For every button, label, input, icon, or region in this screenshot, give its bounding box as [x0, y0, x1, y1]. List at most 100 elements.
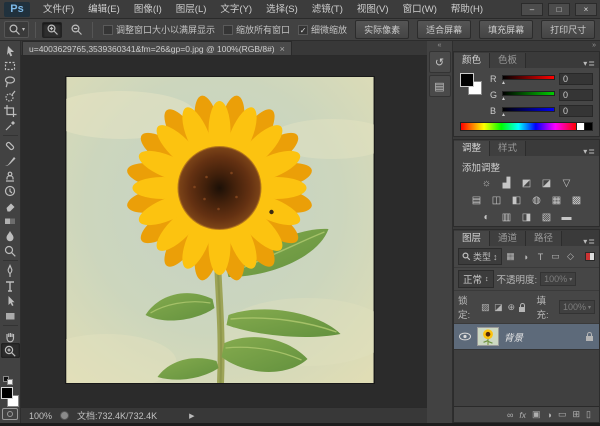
layer-mask-icon[interactable]: ▣	[532, 409, 541, 420]
blue-slider[interactable]: ▲	[502, 107, 555, 116]
filter-kind-dropdown[interactable]: 类型 ↕	[458, 248, 502, 265]
channel-mixer-icon[interactable]: ▦	[549, 194, 564, 207]
clone-stamp-tool[interactable]	[1, 168, 20, 183]
sunflower-image[interactable]	[66, 77, 374, 383]
panel-color-swatches[interactable]	[460, 73, 484, 99]
black-swatch[interactable]	[585, 122, 593, 131]
green-value[interactable]: 0	[559, 89, 593, 101]
new-group-icon[interactable]: ▭	[558, 409, 567, 420]
zoom-level[interactable]: 100%	[29, 411, 52, 421]
current-tool-badge[interactable]: ▾	[4, 21, 29, 38]
gradient-map-icon[interactable]: ▬	[559, 211, 574, 224]
menu-view[interactable]: 视图(V)	[350, 0, 396, 19]
red-slider[interactable]: ▲	[502, 75, 555, 84]
marquee-tool[interactable]	[1, 58, 20, 73]
maximize-button[interactable]: □	[548, 3, 570, 16]
lock-transparency-icon[interactable]: ▨	[480, 302, 490, 313]
filter-group-layers-icon[interactable]: ▭	[550, 251, 562, 262]
lock-all-icon[interactable]	[519, 307, 525, 312]
black-white-icon[interactable]: ◧	[509, 194, 524, 207]
color-lookup-icon[interactable]: ▩	[569, 194, 584, 207]
path-select-tool[interactable]	[1, 293, 20, 308]
new-adjustment-layer-icon[interactable]: ◑	[547, 410, 552, 420]
fit-screen-button[interactable]: 适合屏幕	[417, 20, 471, 39]
color-spectrum-ramp[interactable]	[460, 122, 577, 131]
history-brush-tool[interactable]	[1, 183, 20, 198]
scrubby-zoom-checkbox[interactable]: ✓ 细微缩放	[298, 23, 347, 36]
slider-thumb-icon[interactable]: ▲	[501, 96, 506, 102]
layer-style-icon[interactable]: fx	[519, 410, 526, 420]
layer-row-background[interactable]: 背景	[454, 324, 599, 350]
properties-panel-icon[interactable]: ▤	[429, 75, 451, 97]
history-panel-icon[interactable]: ↺	[429, 51, 451, 73]
brush-tool[interactable]	[1, 153, 20, 168]
expand-panels-icon[interactable]: «	[427, 41, 452, 51]
tab-color[interactable]: 颜色	[454, 53, 490, 68]
layers-empty-area[interactable]	[454, 350, 599, 406]
healing-tool[interactable]	[1, 138, 20, 153]
collapse-panels-icon[interactable]: »	[453, 41, 600, 51]
move-tool[interactable]	[1, 43, 20, 58]
link-layers-icon[interactable]: ∞	[507, 410, 513, 420]
close-button[interactable]: ×	[575, 3, 597, 16]
layer-thumbnail[interactable]	[477, 327, 499, 346]
shape-tool[interactable]	[1, 308, 20, 323]
tab-paths[interactable]: 路径	[526, 231, 562, 246]
threshold-icon[interactable]: ◨	[519, 211, 534, 224]
quick-select-tool[interactable]	[1, 88, 20, 103]
filter-pixel-layers-icon[interactable]: ▦	[505, 251, 517, 262]
crop-tool[interactable]	[1, 103, 20, 118]
color-balance-icon[interactable]: ◫	[489, 194, 504, 207]
opacity-dropdown[interactable]: 100% ▾	[540, 272, 576, 286]
menu-help[interactable]: 帮助(H)	[444, 0, 490, 19]
menu-filter[interactable]: 滤镜(T)	[305, 0, 350, 19]
menu-select[interactable]: 选择(S)	[259, 0, 305, 19]
green-slider[interactable]: ▲	[502, 91, 555, 100]
close-tab-icon[interactable]: ×	[280, 45, 285, 53]
menu-file[interactable]: 文件(F)	[36, 0, 81, 19]
fill-screen-button[interactable]: 填充屏幕	[479, 20, 533, 39]
curves-icon[interactable]: ◩	[519, 177, 534, 190]
white-swatch[interactable]	[577, 122, 585, 131]
menu-image[interactable]: 图像(I)	[127, 0, 169, 19]
exposure-icon[interactable]: ◪	[539, 177, 554, 190]
zoom-out-button[interactable]	[66, 22, 86, 38]
photo-filter-icon[interactable]: ◍	[529, 194, 544, 207]
filter-type-layers-icon[interactable]: T	[535, 252, 547, 262]
layer-visibility-toggle[interactable]	[458, 332, 472, 341]
filter-toggle-switch[interactable]	[585, 252, 595, 261]
menu-layer[interactable]: 图层(L)	[169, 0, 214, 19]
gradient-tool[interactable]	[1, 213, 20, 228]
menu-window[interactable]: 窗口(W)	[396, 0, 444, 19]
filter-adjustment-layers-icon[interactable]: ◑	[520, 252, 532, 262]
invert-icon[interactable]: ◐	[479, 211, 494, 224]
type-tool[interactable]	[1, 278, 20, 293]
selective-color-icon[interactable]: ▧	[539, 211, 554, 224]
zoom-all-windows-checkbox[interactable]: 缩放所有窗口	[223, 23, 290, 36]
quick-mask-button[interactable]	[2, 408, 18, 420]
new-layer-icon[interactable]: ⊞	[573, 409, 581, 420]
lasso-tool[interactable]	[1, 73, 20, 88]
pen-tool[interactable]	[1, 263, 20, 278]
eyedropper-tool[interactable]	[1, 118, 20, 133]
panel-menu-icon[interactable]: ▾≣	[583, 59, 599, 68]
zoom-tool[interactable]	[1, 343, 20, 358]
minimize-button[interactable]: –	[521, 3, 543, 16]
dodge-tool[interactable]	[1, 243, 20, 258]
blue-value[interactable]: 0	[559, 105, 593, 117]
fill-dropdown[interactable]: 100% ▾	[559, 300, 595, 314]
slider-thumb-icon[interactable]: ▲	[501, 80, 506, 86]
delete-layer-icon[interactable]: ▯	[586, 409, 591, 420]
red-value[interactable]: 0	[559, 73, 593, 85]
hue-saturation-icon[interactable]: ▤	[469, 194, 484, 207]
brightness-contrast-icon[interactable]: ☼	[479, 177, 494, 190]
menu-type[interactable]: 文字(Y)	[213, 0, 259, 19]
panel-menu-icon[interactable]: ▾≣	[583, 237, 599, 246]
resize-windows-checkbox[interactable]: 调整窗口大小以满屏显示	[103, 23, 215, 36]
blend-mode-dropdown[interactable]: 正常 ↕	[458, 270, 494, 288]
zoom-in-button[interactable]	[42, 22, 62, 38]
canvas[interactable]	[21, 56, 427, 407]
tab-adjustments[interactable]: 调整	[454, 141, 490, 156]
actual-pixels-button[interactable]: 实际像素	[355, 20, 409, 39]
slider-thumb-icon[interactable]: ▲	[501, 112, 506, 118]
